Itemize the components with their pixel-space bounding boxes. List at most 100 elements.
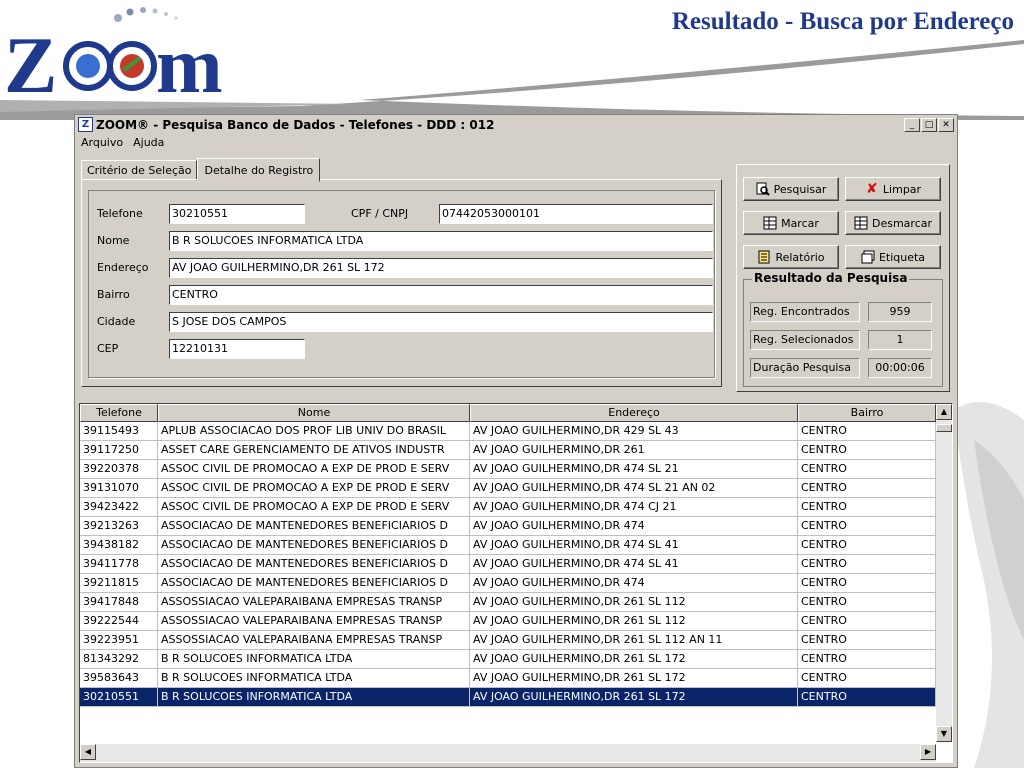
endereco-field[interactable]: AV JOAO GUILHERMINO,DR 261 SL 172 — [169, 258, 713, 278]
cell-endereco: AV JOAO GUILHERMINO,DR 261 SL 172 — [470, 669, 798, 688]
scroll-right-icon[interactable]: ▶ — [920, 744, 936, 760]
cell-endereco: AV JOAO GUILHERMINO,DR 261 SL 172 — [470, 688, 798, 707]
slide-title: Resultado - Busca por Endereço — [671, 8, 1014, 35]
marcar-label: Marcar — [781, 216, 819, 230]
column-header-endereco[interactable]: Endereço — [470, 404, 798, 422]
table-row[interactable]: 39583643 B R SOLUCOES INFORMATICA LTDA AV … — [80, 669, 952, 688]
cell-nome: ASSOSSIACAO VALEPARAIBANA EMPRESAS TRANS… — [158, 593, 470, 612]
search-icon — [756, 182, 770, 196]
table-row[interactable]: 39423422 ASSOC CIVIL DE PROMOCAO A EXP DE… — [80, 498, 952, 517]
result-title: Resultado da Pesquisa — [752, 271, 910, 285]
cell-endereco: AV JOAO GUILHERMINO,DR 474 SL 41 — [470, 536, 798, 555]
table-row[interactable]: 39417848 ASSOSSIACAO VALEPARAIBANA EMPRES… — [80, 593, 952, 612]
limpar-label: Limpar — [882, 182, 922, 196]
cell-telefone: 39583643 — [80, 669, 158, 688]
detail-group: Telefone 30210551 CPF / CNPJ 07442053000… — [88, 190, 715, 378]
maximize-button[interactable]: □ — [921, 117, 937, 132]
tab-criterio-selecao[interactable]: Critério de Seleção — [81, 160, 198, 181]
cell-bairro: CENTRO — [798, 555, 936, 574]
etiqueta-button[interactable]: Etiqueta — [845, 245, 941, 269]
cep-field[interactable]: 12210131 — [169, 339, 305, 359]
cell-nome: ASSOCIACAO DE MANTENEDORES BENEFICIARIOS… — [158, 517, 470, 536]
cell-telefone: 30210551 — [80, 688, 158, 707]
table-row[interactable]: 39411778 ASSOCIACAO DE MANTENEDORES BENEF… — [80, 555, 952, 574]
cell-telefone: 39115493 — [80, 422, 158, 441]
desmarcar-button[interactable]: Desmarcar — [845, 211, 941, 235]
cell-telefone: 39411778 — [80, 555, 158, 574]
cell-endereco: AV JOAO GUILHERMINO,DR 261 SL 112 — [470, 612, 798, 631]
cell-bairro: CENTRO — [798, 517, 936, 536]
cell-telefone: 39438182 — [80, 536, 158, 555]
minimize-button[interactable]: _ — [904, 117, 920, 132]
close-button[interactable]: ✕ — [938, 117, 954, 132]
pesquisar-button[interactable]: Pesquisar — [743, 177, 839, 201]
scroll-thumb[interactable] — [936, 424, 952, 432]
limpar-button[interactable]: ✘ Limpar — [845, 177, 941, 201]
menu-arquivo[interactable]: Arquivo — [81, 136, 123, 149]
cidade-field[interactable]: S JOSE DOS CAMPOS — [169, 312, 713, 332]
cpf-label: CPF / CNPJ — [351, 207, 409, 220]
cell-telefone: 39213263 — [80, 517, 158, 536]
cell-nome: ASSOC CIVIL DE PROMOCAO A EXP DE PROD E … — [158, 479, 470, 498]
cell-telefone: 39211815 — [80, 574, 158, 593]
scroll-down-icon[interactable]: ▼ — [936, 726, 952, 742]
column-header-nome[interactable]: Nome — [158, 404, 470, 422]
horizontal-scrollbar[interactable]: ◀ ▶ — [80, 744, 936, 762]
cpf-field[interactable]: 07442053000101 — [439, 204, 713, 224]
table-row[interactable]: 39115493 APLUB ASSOCIACAO DOS PROF LIB UN… — [80, 422, 952, 441]
cell-nome: ASSOSSIACAO VALEPARAIBANA EMPRESAS TRANS… — [158, 612, 470, 631]
cell-telefone: 81343292 — [80, 650, 158, 669]
table-row[interactable]: 39220378 ASSOC CIVIL DE PROMOCAO A EXP DE… — [80, 460, 952, 479]
cell-endereco: AV JOAO GUILHERMINO,DR 474 SL 41 — [470, 555, 798, 574]
table-row[interactable]: 39213263 ASSOCIACAO DE MANTENEDORES BENEF… — [80, 517, 952, 536]
table-row[interactable]: 39438182 ASSOCIACAO DE MANTENEDORES BENEF… — [80, 536, 952, 555]
grid-header: Telefone Nome Endereço Bairro — [80, 404, 952, 422]
cell-bairro: CENTRO — [798, 688, 936, 707]
cell-nome: ASSOSSIACAO VALEPARAIBANA EMPRESAS TRANS… — [158, 631, 470, 650]
duracao-value: 00:00:06 — [868, 358, 932, 378]
telefone-field[interactable]: 30210551 — [169, 204, 305, 224]
relatorio-label: Relatório — [775, 250, 825, 264]
action-panel: Pesquisar ✘ Limpar Marcar Desmarcar Rela… — [736, 164, 950, 392]
menu-ajuda[interactable]: Ajuda — [133, 136, 164, 149]
scroll-left-icon[interactable]: ◀ — [80, 744, 96, 760]
bairro-label: Bairro — [97, 288, 130, 301]
cell-nome: B R SOLUCOES INFORMATICA LTDA — [158, 650, 470, 669]
selecionados-value: 1 — [868, 330, 932, 350]
pesquisar-label: Pesquisar — [773, 182, 827, 196]
table-row[interactable]: 39117250 ASSET CARE GERENCIAMENTO DE ATIV… — [80, 441, 952, 460]
detail-panel: Telefone 30210551 CPF / CNPJ 07442053000… — [81, 179, 722, 387]
vertical-scrollbar[interactable]: ▲ ▼ — [936, 404, 952, 742]
tab-detalhe-registro[interactable]: Detalhe do Registro — [197, 158, 321, 182]
grid-body: 39115493 APLUB ASSOCIACAO DOS PROF LIB UN… — [80, 422, 952, 707]
column-header-telefone[interactable]: Telefone — [80, 404, 158, 422]
title-bar: Z ZOOM® - Pesquisa Banco de Dados - Tele… — [75, 115, 957, 134]
app-icon: Z — [78, 117, 93, 132]
encontrados-value: 959 — [868, 302, 932, 322]
cell-endereco: AV JOAO GUILHERMINO,DR 474 CJ 21 — [470, 498, 798, 517]
cell-bairro: CENTRO — [798, 612, 936, 631]
table-row[interactable]: 39131070 ASSOC CIVIL DE PROMOCAO A EXP DE… — [80, 479, 952, 498]
result-group: Resultado da Pesquisa Reg. Encontrados 9… — [743, 271, 943, 387]
menu-bar: Arquivo Ajuda — [75, 134, 957, 151]
scroll-up-icon[interactable]: ▲ — [936, 404, 952, 420]
nome-label: Nome — [97, 234, 130, 247]
desmarcar-label: Desmarcar — [871, 216, 933, 230]
table-row[interactable]: 39222544 ASSOSSIACAO VALEPARAIBANA EMPRES… — [80, 612, 952, 631]
column-header-bairro[interactable]: Bairro — [798, 404, 936, 422]
results-grid: Telefone Nome Endereço Bairro 39115493 AP… — [79, 403, 953, 763]
table-row-selected[interactable]: 30210551 B R SOLUCOES INFORMATICA LTDA AV … — [80, 688, 952, 707]
selecionados-label: Reg. Selecionados — [750, 330, 860, 350]
table-row[interactable]: 39223951 ASSOSSIACAO VALEPARAIBANA EMPRES… — [80, 631, 952, 650]
marcar-button[interactable]: Marcar — [743, 211, 839, 235]
bairro-field[interactable]: CENTRO — [169, 285, 713, 305]
cell-telefone: 39417848 — [80, 593, 158, 612]
label-icon — [861, 250, 875, 264]
table-row[interactable]: 81343292 B R SOLUCOES INFORMATICA LTDA AV … — [80, 650, 952, 669]
relatorio-button[interactable]: Relatório — [743, 245, 839, 269]
clear-x-icon: ✘ — [866, 181, 878, 197]
window-title: ZOOM® - Pesquisa Banco de Dados - Telefo… — [96, 117, 495, 132]
nome-field[interactable]: B R SOLUCOES INFORMATICA LTDA — [169, 231, 713, 251]
table-row[interactable]: 39211815 ASSOCIACAO DE MANTENEDORES BENEF… — [80, 574, 952, 593]
report-icon — [758, 250, 770, 264]
